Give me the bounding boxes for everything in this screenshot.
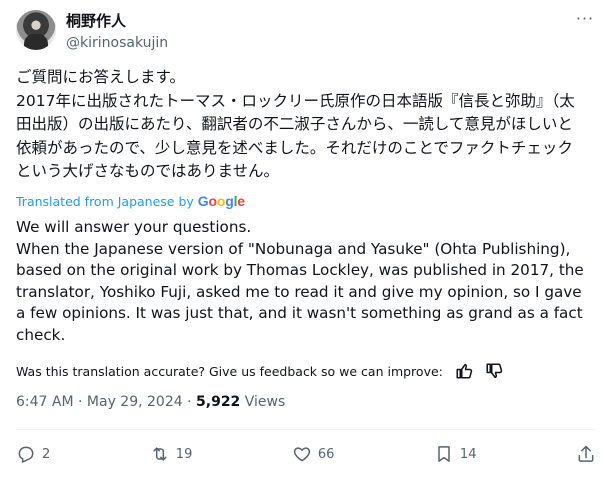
bookmark-count: 14 (459, 446, 477, 462)
translation-feedback: Was this translation accurate? Give us f… (16, 362, 503, 380)
tweet-date[interactable]: May 29, 2024 (87, 394, 183, 410)
tweet: 桐野作人 @kirinosakujin ··· ご質問にお答えします。 2017… (0, 0, 612, 479)
repost-count: 19 (175, 446, 193, 462)
tweet-text-original: ご質問にお答えします。 2017年に出版されたトーマス・ロックリー氏原作の日本語… (16, 66, 588, 184)
meta-separator: · (73, 394, 87, 410)
action-bar: 2 19 66 14 (16, 440, 596, 468)
views-count: 5,922 (196, 394, 241, 410)
like-count: 66 (317, 446, 335, 462)
views-label: Views (240, 394, 286, 410)
tweet-text-translated: We will answer your questions. When the … (16, 218, 584, 344)
google-logo-letter: G (197, 193, 209, 209)
repost-button[interactable]: 19 (150, 444, 193, 464)
translation-attribution[interactable]: Translated from Japanese by Google (16, 193, 245, 209)
tweet-header: 桐野作人 @kirinosakujin ··· (16, 10, 596, 58)
author-names: 桐野作人 @kirinosakujin (66, 12, 168, 53)
feedback-text: Was this translation accurate? Give us f… (16, 363, 443, 379)
tweet-meta: 6:47 AM · May 29, 2024 · 5,922 Views (16, 394, 285, 410)
tweet-text-line: ご質問にお答えします。 (16, 68, 185, 86)
more-options-button[interactable]: ··· (574, 9, 596, 34)
like-button[interactable]: 66 (292, 444, 335, 464)
reply-icon (18, 446, 34, 463)
share-button[interactable] (576, 444, 596, 464)
tweet-text-line: 2017年に出版されたトーマス・ロックリー氏原作の日本語版『信長と弥助』（太田出… (16, 91, 575, 181)
heart-icon (293, 447, 310, 462)
bookmark-button[interactable]: 14 (434, 444, 477, 464)
thumbs-up-icon[interactable] (455, 362, 473, 380)
display-name[interactable]: 桐野作人 (66, 12, 168, 31)
handle[interactable]: @kirinosakujin (66, 33, 168, 53)
divider (16, 429, 596, 430)
thumbs-down-icon[interactable] (485, 362, 503, 380)
reply-count: 2 (42, 446, 51, 462)
reply-button[interactable]: 2 (16, 444, 50, 464)
google-logo: Google (198, 193, 245, 209)
google-logo-letter: g (225, 193, 234, 209)
translation-label: Translated from Japanese by (16, 193, 194, 209)
meta-separator: · (182, 394, 197, 410)
google-logo-letter: o (208, 193, 218, 209)
tweet-time[interactable]: 6:47 AM (16, 394, 74, 410)
bookmark-icon (438, 446, 450, 462)
avatar[interactable] (16, 10, 56, 50)
google-logo-letter: o (216, 193, 226, 209)
more-icon: ··· (575, 9, 595, 28)
google-logo-letter: e (237, 193, 245, 209)
share-icon (578, 445, 594, 462)
repost-icon (153, 447, 167, 461)
